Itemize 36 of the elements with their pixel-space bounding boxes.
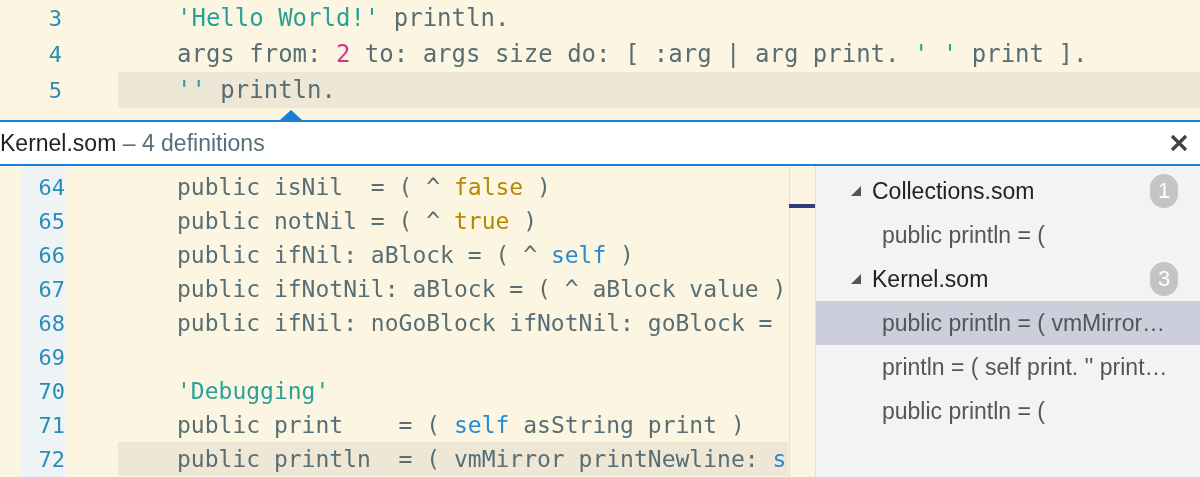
- line-number: 69: [37, 344, 65, 370]
- line-number: 65: [37, 208, 65, 234]
- line-number: 64: [37, 174, 65, 200]
- line-number: 70: [37, 378, 65, 404]
- code-line: public notNil = ( ^ true ): [176, 207, 539, 236]
- expand-triangle-icon[interactable]: [850, 185, 862, 197]
- line-number: 72: [37, 446, 65, 472]
- line-number: 68: [37, 310, 65, 336]
- overview-ruler-mark: [789, 204, 815, 208]
- code-line: 'Hello World!' println.: [176, 3, 511, 34]
- file-group-row[interactable]: Collections.som 1: [816, 169, 1200, 213]
- expand-triangle-icon[interactable]: [850, 273, 862, 285]
- line-number: 3: [47, 5, 62, 31]
- code-line: public isNil = ( ^ false ): [176, 173, 552, 202]
- count-badge: 1: [1150, 174, 1178, 208]
- line-number: 71: [37, 412, 65, 438]
- line-number: 4: [47, 41, 62, 67]
- code-line: 'Debugging': [176, 377, 331, 406]
- reference-item[interactable]: public println = ( vmMirror…: [816, 301, 1200, 345]
- close-icon[interactable]: [1170, 134, 1188, 152]
- count-badge: 3: [1150, 262, 1178, 296]
- file-group-row[interactable]: Kernel.som 3: [816, 257, 1200, 301]
- reference-item[interactable]: public println = (: [816, 213, 1200, 257]
- code-line: public print = ( self asString print ): [176, 411, 746, 440]
- code-line: args from: 2 to: args size do: [ :arg | arg print. ' ' print ].: [176, 39, 1089, 70]
- file-name: Kernel.som: [872, 265, 990, 293]
- reference-item[interactable]: println = ( self print. '' print…: [816, 345, 1200, 389]
- line-number: 5: [47, 77, 62, 103]
- code-line: public ifNil: noGoBlock ifNotNil: goBlock =: [176, 309, 774, 338]
- line-number: 67: [37, 276, 65, 302]
- reference-item[interactable]: public println = (: [816, 389, 1200, 433]
- line-number: 66: [37, 242, 65, 268]
- code-line: public ifNotNil: aBlock = ( ^ aBlock value ): [176, 275, 788, 304]
- code-line: public ifNil: aBlock = ( ^ self ): [176, 241, 635, 270]
- file-name: Collections.som: [872, 177, 1036, 205]
- peek-title: Kernel.som – 4 definitions: [0, 129, 265, 157]
